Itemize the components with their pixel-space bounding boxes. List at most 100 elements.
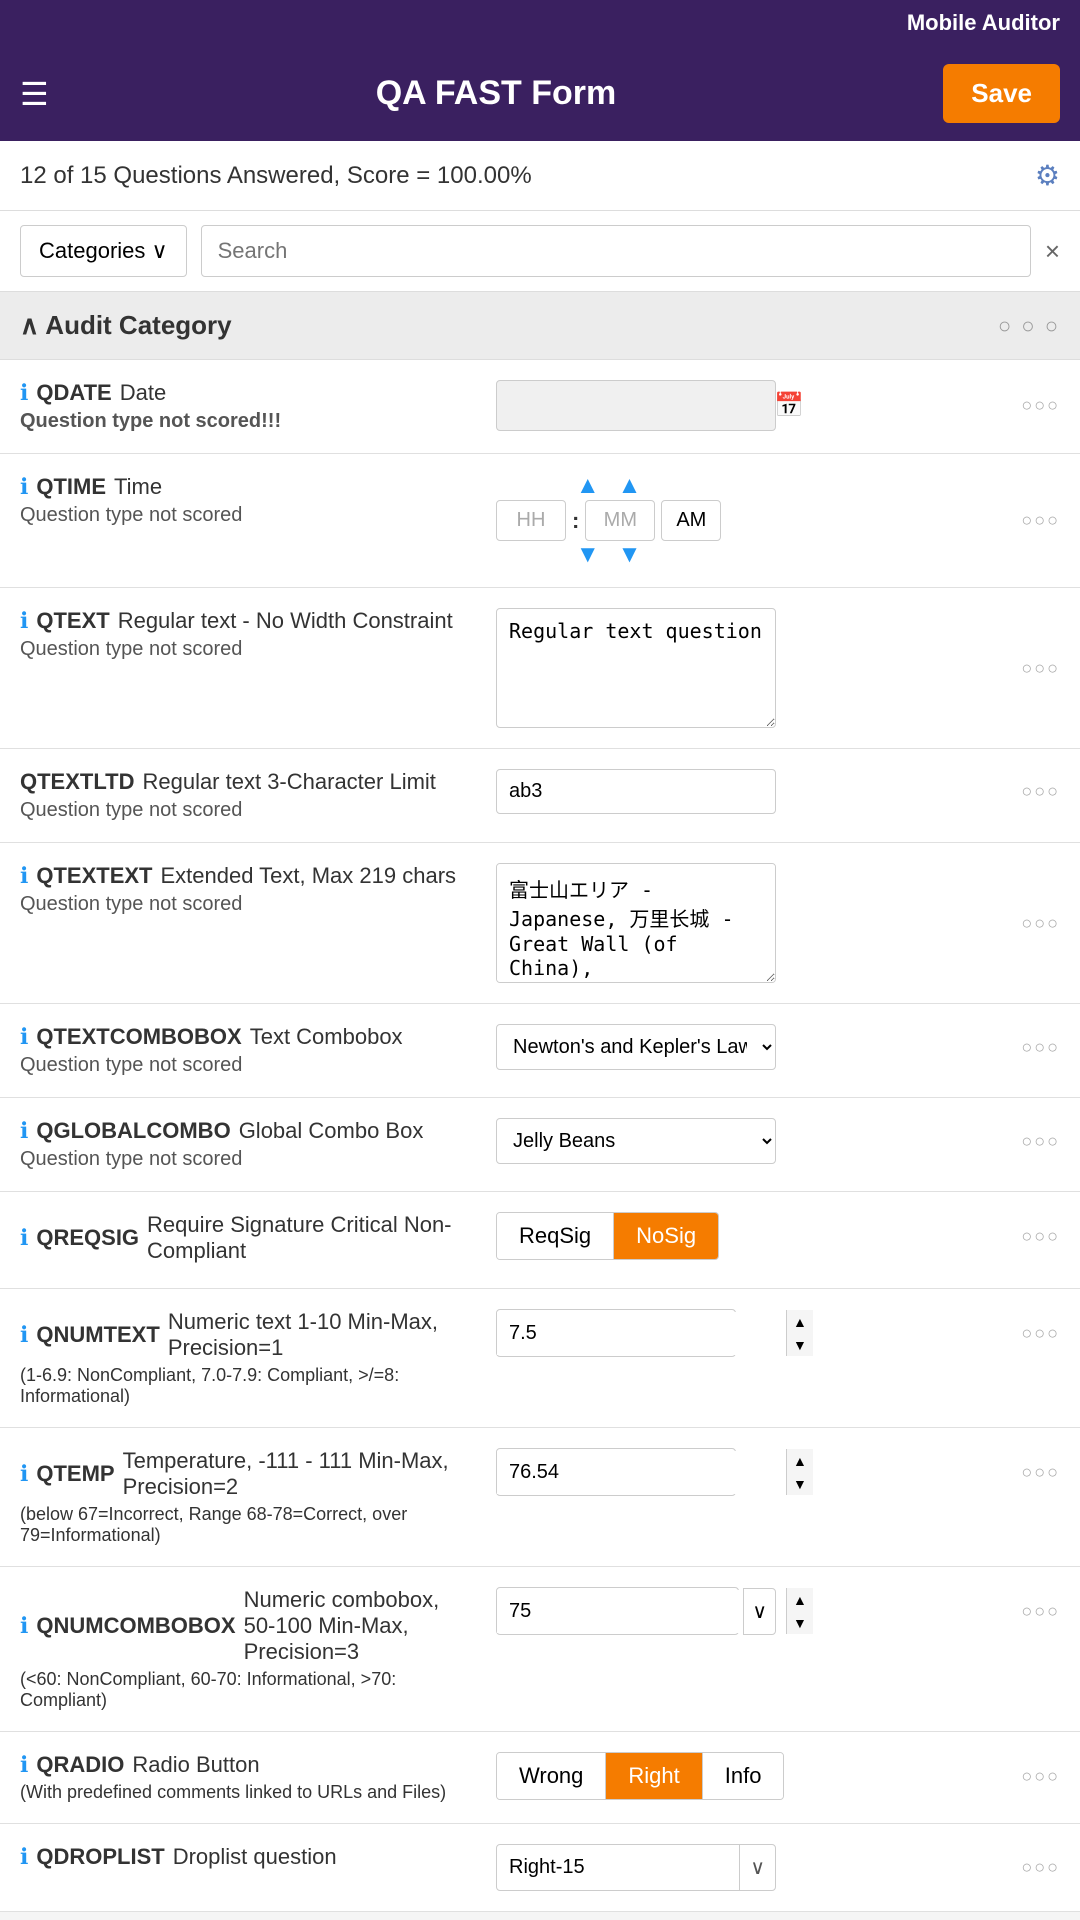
info-icon-qtext[interactable]: ℹ [20,608,28,634]
qtemp-spin-up[interactable]: ▲ [787,1449,813,1472]
audit-category-dots[interactable]: ○ ○ ○ [998,313,1060,339]
question-right-qdate: 📅 ○○○ [496,380,1060,431]
top-bar: Mobile Auditor [0,0,1080,46]
question-left-qreqsig: ℹ QREQSIG Require Signature Critical Non… [20,1212,480,1268]
hour-input[interactable] [496,500,566,541]
question-right-qdroplist: Right-15 ∨ ○○○ [496,1844,1060,1891]
question-row-qdate: ℹ QDATE Date Question type not scored!!!… [0,360,1080,454]
qreqsig-dots[interactable]: ○○○ [1021,1226,1060,1247]
date-input-wrapper: 📅 [496,380,776,431]
categories-button[interactable]: Categories ∨ [20,225,187,277]
hamburger-icon[interactable]: ☰ [20,75,49,113]
qdroplist-wrapper: Right-15 ∨ [496,1844,776,1891]
info-button[interactable]: Info [703,1753,784,1799]
time-colon: : [572,508,579,534]
qglobalcombo-dots[interactable]: ○○○ [1021,1131,1060,1152]
filter-bar: Categories ∨ × [0,211,1080,292]
info-icon-qtextcombobox[interactable]: ℹ [20,1024,28,1050]
reqsig-button[interactable]: ReqSig [497,1213,614,1259]
qdroplist-value: Right-15 [497,1846,739,1889]
qtemp-input[interactable] [497,1451,786,1494]
qnumtext-spin-down[interactable]: ▼ [787,1333,813,1356]
score-text: 12 of 15 Questions Answered, Score = 100… [20,162,532,190]
info-icon-qnumcombobox[interactable]: ℹ [20,1613,28,1639]
qradio-dots[interactable]: ○○○ [1021,1766,1060,1787]
qtext-dots[interactable]: ○○○ [1021,658,1060,679]
qnumcombobox-wrapper: ▲ ▼ ∨ [496,1587,776,1635]
score-bar: 12 of 15 Questions Answered, Score = 100… [0,141,1080,211]
search-input[interactable] [201,225,1031,277]
time-widget: ▲ ▲ : AM ▼ ▼ [496,474,721,567]
qnumtext-spin-up[interactable]: ▲ [787,1310,813,1333]
question-row-qtextext: ℹ QTEXTEXT Extended Text, Max 219 chars … [0,843,1080,1004]
question-right-qtextcombobox: Newton's and Kepler's Laws ○○○ [496,1024,1060,1070]
qtextext-textarea[interactable]: 富士山エリア - Japanese, 万里长城 - Great Wall (of… [496,863,776,983]
question-right-qradio: Wrong Right Info ○○○ [496,1752,1060,1800]
ampm-button[interactable]: AM [661,500,721,541]
calendar-icon[interactable]: 📅 [774,391,804,420]
question-row-qdroplist: ℹ QDROPLIST Droplist question Right-15 ∨… [0,1824,1080,1912]
question-left-qtext: ℹ QTEXT Regular text - No Width Constrai… [20,608,480,661]
audit-category-header: ∧ Audit Category ○ ○ ○ [0,292,1080,360]
question-left-qdate: ℹ QDATE Date Question type not scored!!! [20,380,480,433]
info-icon-qreqsig[interactable]: ℹ [20,1225,28,1251]
question-left-qtextext: ℹ QTEXTEXT Extended Text, Max 219 chars … [20,863,480,916]
qdate-dots[interactable]: ○○○ [1021,395,1060,416]
qtime-dots[interactable]: ○○○ [1021,510,1060,531]
question-right-qtemp: ▲ ▼ ○○○ [496,1448,1060,1496]
qglobalcombo-select[interactable]: Jelly Beans [496,1118,776,1164]
qtextltd-input[interactable] [496,769,776,814]
qdroplist-arrow[interactable]: ∨ [739,1845,775,1890]
qdroplist-dots[interactable]: ○○○ [1021,1857,1060,1878]
qnumtext-dots[interactable]: ○○○ [1021,1323,1060,1344]
main-header: ☰ QA FAST Form Save [0,46,1080,141]
qtextext-dots[interactable]: ○○○ [1021,913,1060,934]
hour-down-arrow[interactable]: ▼ [576,543,600,567]
brand-name: Mobile Auditor [907,10,1060,35]
info-icon-qradio[interactable]: ℹ [20,1752,28,1778]
qtemp-input-wrapper: ▲ ▼ [496,1448,736,1496]
date-input[interactable] [509,394,774,417]
question-left-qtime: ℹ QTIME Time Question type not scored [20,474,480,527]
qtext-textarea[interactable]: Regular text question [496,608,776,728]
qnumtext-input[interactable] [497,1312,786,1355]
minute-input[interactable] [585,500,655,541]
qnumcombobox-spin-up[interactable]: ▲ [787,1588,813,1611]
qnumcombobox-spin-down[interactable]: ▼ [787,1611,813,1634]
minute-down-arrow[interactable]: ▼ [618,543,642,567]
hour-up-arrow[interactable]: ▲ [576,474,600,498]
qtextcombobox-select[interactable]: Newton's and Kepler's Laws [496,1024,776,1070]
info-icon-qtemp[interactable]: ℹ [20,1461,28,1487]
search-clear-button[interactable]: × [1045,236,1060,267]
question-row-qtemp: ℹ QTEMP Temperature, -111 - 111 Min-Max,… [0,1428,1080,1567]
gear-icon[interactable]: ⚙ [1035,159,1060,192]
save-button[interactable]: Save [943,64,1060,123]
question-row-qtextcombobox: ℹ QTEXTCOMBOBOX Text Combobox Question t… [0,1004,1080,1098]
qnumtext-input-wrapper: ▲ ▼ [496,1309,736,1357]
info-icon-qdate[interactable]: ℹ [20,380,28,406]
qtemp-dots[interactable]: ○○○ [1021,1462,1060,1483]
info-icon-qdroplist[interactable]: ℹ [20,1844,28,1870]
info-icon-qnumtext[interactable]: ℹ [20,1322,28,1348]
qtextcombobox-dots[interactable]: ○○○ [1021,1037,1060,1058]
qnumcombobox-dots[interactable]: ○○○ [1021,1601,1060,1622]
question-right-qtextltd: ○○○ [496,769,1060,814]
question-row-qtext: ℹ QTEXT Regular text - No Width Constrai… [0,588,1080,749]
qtemp-spin: ▲ ▼ [786,1449,813,1495]
question-right-qtextext: 富士山エリア - Japanese, 万里长城 - Great Wall (of… [496,863,1060,983]
info-icon-qglobalcombo[interactable]: ℹ [20,1118,28,1144]
right-button[interactable]: Right [606,1753,702,1799]
qnumcombobox-dropdown[interactable]: ∨ [743,1588,776,1635]
nosig-button[interactable]: NoSig [614,1213,718,1259]
qtextltd-dots[interactable]: ○○○ [1021,781,1060,802]
question-left-qglobalcombo: ℹ QGLOBALCOMBO Global Combo Box Question… [20,1118,480,1171]
question-left-qtemp: ℹ QTEMP Temperature, -111 - 111 Min-Max,… [20,1448,480,1546]
question-row-qradio: ℹ QRADIO Radio Button (With predefined c… [0,1732,1080,1824]
minute-up-arrow[interactable]: ▲ [618,474,642,498]
qnumtext-spin: ▲ ▼ [786,1310,813,1356]
info-icon-qtextext[interactable]: ℹ [20,863,28,889]
wrong-button[interactable]: Wrong [497,1753,606,1799]
info-icon-qtime[interactable]: ℹ [20,474,28,500]
qtemp-spin-down[interactable]: ▼ [787,1472,813,1495]
question-row-qtime: ℹ QTIME Time Question type not scored ▲ … [0,454,1080,588]
